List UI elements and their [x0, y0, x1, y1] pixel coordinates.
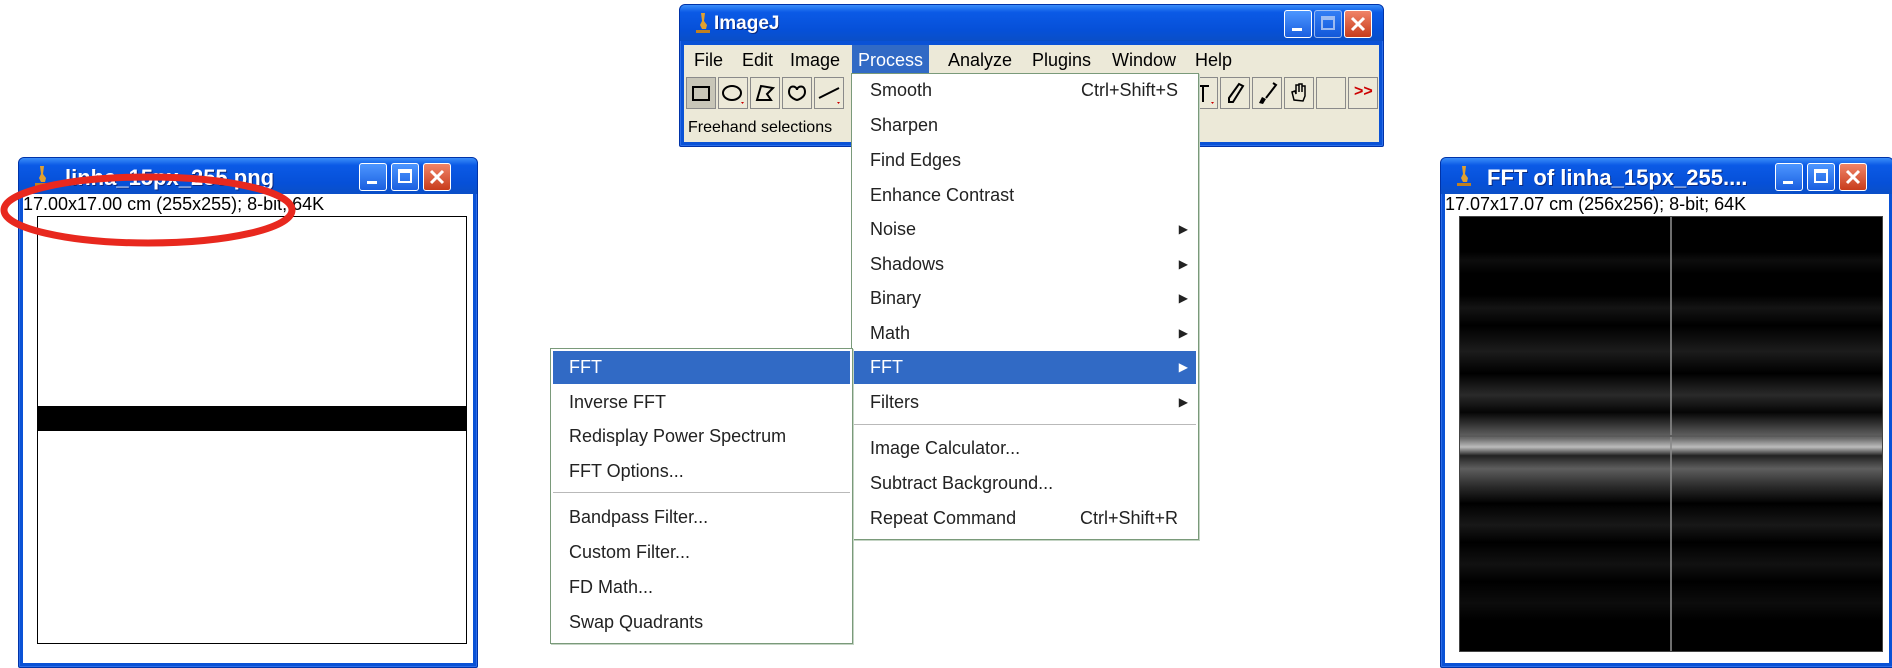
submenu-arrow-icon: ▶ [1178, 291, 1188, 305]
menu-plugins[interactable]: Plugins [1026, 45, 1097, 75]
fft-power-spectrum-canvas[interactable] [1459, 216, 1883, 652]
line-tool[interactable] [814, 77, 844, 109]
submenu-item-fft[interactable]: FFT [553, 351, 850, 384]
menu-item-noise[interactable]: Noise ▶ [854, 213, 1196, 246]
close-icon [1350, 16, 1366, 32]
menu-help[interactable]: Help [1189, 45, 1238, 75]
menu-item-repeat-command[interactable]: Repeat Command Ctrl+Shift+R [854, 502, 1196, 535]
minimize-button[interactable] [359, 163, 387, 191]
menu-analyze[interactable]: Analyze [942, 45, 1018, 75]
menu-window[interactable]: Window [1106, 45, 1182, 75]
close-button[interactable] [423, 163, 451, 191]
menu-item-filters[interactable]: Filters ▶ [854, 386, 1196, 419]
menu-item-enhance-contrast[interactable]: Enhance Contrast [854, 179, 1196, 212]
brush-tool[interactable] [1252, 77, 1282, 109]
menu-separator [553, 492, 850, 493]
image-info-text: 17.07x17.07 cm (256x256); 8-bit; 64K [1445, 194, 1747, 214]
oval-icon [722, 85, 744, 104]
maximize-button[interactable] [1807, 163, 1835, 191]
close-button[interactable] [1344, 10, 1372, 38]
fft-vertical-center-line [1670, 217, 1672, 651]
menu-item-smooth[interactable]: Smooth Ctrl+Shift+S [854, 74, 1196, 107]
maximize-button[interactable] [391, 163, 419, 191]
status-text: Freehand selections [688, 119, 833, 136]
submenu-item-fft-options[interactable]: FFT Options... [553, 455, 850, 488]
rectangle-tool[interactable] [686, 77, 716, 109]
pencil-tool[interactable] [1220, 77, 1250, 109]
submenu-arrow-icon: ▶ [1178, 395, 1188, 409]
fft-submenu: FFT Inverse FFT Redisplay Power Spectrum… [550, 348, 853, 644]
maximize-button [1314, 10, 1342, 38]
submenu-arrow-icon: ▶ [1178, 326, 1188, 340]
menu-file[interactable]: File [688, 45, 729, 75]
menubar: File Edit Image Process Analyze Plugins … [684, 45, 1379, 75]
submenu-item-fd-math[interactable]: FD Math... [553, 571, 850, 604]
horizontal-black-line [38, 406, 466, 431]
close-icon [1845, 169, 1861, 185]
line-icon [818, 87, 840, 104]
menu-item-subtract-background[interactable]: Subtract Background... [854, 467, 1196, 500]
process-menu: Smooth Ctrl+Shift+S Sharpen Find Edges E… [851, 73, 1199, 540]
menu-item-fft[interactable]: FFT ▶ [854, 351, 1196, 384]
submenu-item-redisplay-power-spectrum[interactable]: Redisplay Power Spectrum [553, 420, 850, 453]
freehand-tool[interactable] [782, 77, 812, 109]
submenu-arrow-icon: ▶ [1178, 257, 1188, 271]
fft-horizontal-center-line [1460, 435, 1882, 437]
more-tools-button[interactable]: >> [1348, 77, 1378, 109]
more-tools-label: >> [1354, 83, 1373, 100]
submenu-arrow-icon: ▶ [1178, 360, 1188, 374]
shortcut-text: Ctrl+Shift+R [1079, 508, 1178, 528]
image-window-fft[interactable]: FFT of linha_15px_255.... 17.07x17.07 cm… [1440, 157, 1892, 668]
menu-separator [854, 424, 1196, 425]
pencil-icon [1228, 82, 1245, 103]
window-titlebar[interactable]: FFT of linha_15px_255.... [1441, 158, 1892, 194]
freehand-icon [787, 85, 807, 102]
submenu-item-bandpass-filter[interactable]: Bandpass Filter... [553, 501, 850, 534]
window-title: FFT of linha_15px_255.... [1487, 165, 1748, 190]
empty-tool-slot [1316, 77, 1346, 109]
menu-item-binary[interactable]: Binary ▶ [854, 282, 1196, 315]
oval-tool[interactable] [718, 77, 748, 109]
annotation-ellipse [0, 173, 296, 247]
submenu-item-custom-filter[interactable]: Custom Filter... [553, 536, 850, 569]
window-titlebar[interactable]: ImageJ [680, 5, 1383, 41]
rectangle-icon [692, 86, 710, 101]
menu-item-sharpen[interactable]: Sharpen [854, 109, 1196, 142]
menu-item-find-edges[interactable]: Find Edges [854, 144, 1196, 177]
menu-process[interactable]: Process [852, 45, 930, 75]
menu-item-shadows[interactable]: Shadows ▶ [854, 248, 1196, 281]
submenu-item-inverse-fft[interactable]: Inverse FFT [553, 386, 850, 419]
brush-icon [1259, 82, 1278, 104]
polygon-icon [755, 84, 776, 101]
minimize-button[interactable] [1284, 10, 1312, 38]
menu-edit[interactable]: Edit [736, 45, 779, 75]
menu-item-math[interactable]: Math ▶ [854, 317, 1196, 350]
close-button[interactable] [1839, 163, 1867, 191]
submenu-arrow-icon: ▶ [1178, 222, 1188, 236]
hand-icon [1291, 83, 1306, 102]
menu-item-image-calculator[interactable]: Image Calculator... [854, 432, 1196, 465]
shortcut-text: Ctrl+Shift+S [1080, 80, 1178, 100]
imagej-microscope-icon [1457, 166, 1471, 186]
menu-image[interactable]: Image [784, 45, 846, 75]
submenu-item-swap-quadrants[interactable]: Swap Quadrants [553, 606, 850, 639]
window-title: ImageJ [714, 13, 780, 34]
close-icon [429, 169, 445, 185]
imagej-microscope-icon [696, 13, 710, 33]
image-canvas[interactable] [37, 216, 467, 644]
polygon-tool[interactable] [750, 77, 780, 109]
minimize-button[interactable] [1775, 163, 1803, 191]
hand-tool[interactable] [1284, 77, 1314, 109]
